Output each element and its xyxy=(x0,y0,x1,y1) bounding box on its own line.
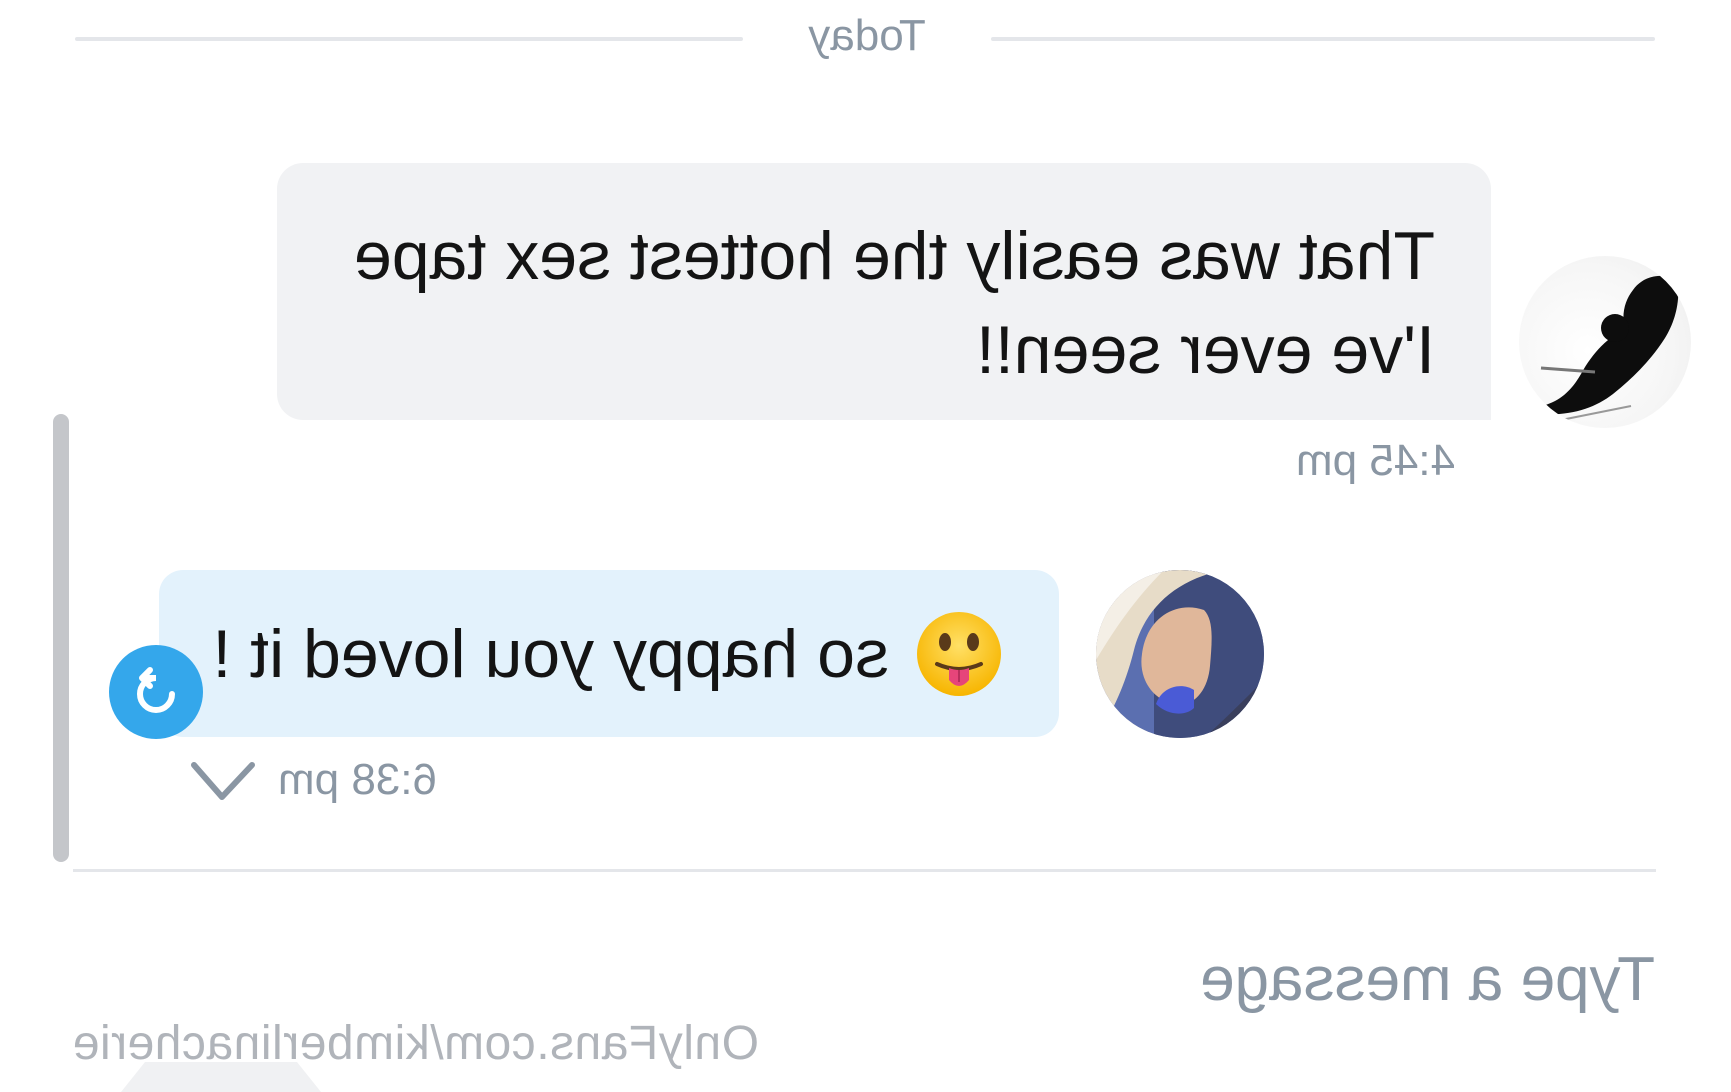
composer-divider xyxy=(73,869,1656,872)
incoming-message-bubble[interactable]: That was easily the hottest sex tape I'v… xyxy=(277,163,1491,420)
incoming-message-text: That was easily the hottest sex tape I'v… xyxy=(353,218,1435,388)
outgoing-message-meta: 6:38 pm xyxy=(190,752,437,808)
incoming-message-time: 4:45 pm xyxy=(1296,436,1455,485)
sender-avatar[interactable] xyxy=(1519,256,1691,428)
date-divider-line-left xyxy=(991,37,1655,41)
outgoing-message-content: so happy you loved it ! xyxy=(212,609,1003,699)
chat-scrollbar[interactable] xyxy=(53,414,69,862)
outgoing-message-text: so happy you loved it ! xyxy=(212,615,889,692)
date-divider-line-right xyxy=(75,37,743,41)
chat-window: Today That was easily the hottest sex ta… xyxy=(0,0,1731,1080)
own-avatar[interactable] xyxy=(1096,570,1264,738)
chevron-check-icon xyxy=(191,762,256,800)
message-input[interactable] xyxy=(855,944,1655,1014)
retry-arrow-icon[interactable] xyxy=(109,645,203,739)
date-divider-label: Today xyxy=(808,11,926,60)
watermark-text: OnlyFans.com/kimberlinacherie xyxy=(72,1017,759,1070)
face-with-tongue-icon xyxy=(915,610,1003,698)
outgoing-message-time: 6:38 pm xyxy=(278,755,437,804)
outgoing-message-bubble[interactable]: so happy you loved it ! xyxy=(159,570,1059,737)
